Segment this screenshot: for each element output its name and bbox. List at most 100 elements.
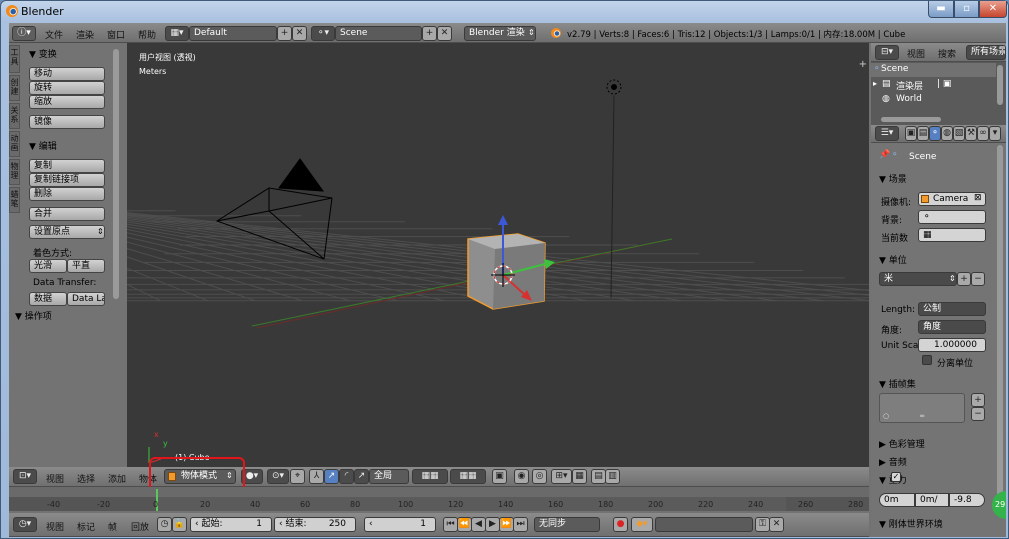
outliner-editor-type-icon[interactable]: ⊟▾ [875,45,899,60]
menu-window[interactable]: 窗口 [107,28,125,41]
start-frame-field[interactable]: ‹ 起始: 1 [190,517,272,532]
jump-end-icon[interactable]: ⏭ [513,517,528,532]
tab-tools[interactable]: 工具 [9,45,20,73]
mirror-button[interactable]: 镜像 [29,115,105,129]
remove-preset-icon[interactable]: − [971,272,985,286]
pivot-point-icon[interactable]: ⊙▾ [267,469,289,484]
pin-icon[interactable]: 📌 [879,150,890,160]
tool-shelf-scrollbar[interactable] [113,49,119,299]
render-engine-select[interactable]: Blender 渲染 [464,26,536,41]
gravity-checkbox[interactable]: ✓ [891,472,901,482]
delete-button[interactable]: 删除 [29,187,105,201]
separate-units-checkbox[interactable] [922,355,932,365]
menu-marker[interactable]: 标记 [77,520,95,533]
translate-manipulator-icon[interactable]: ↗ [324,469,339,484]
record-icon[interactable]: ● [613,517,628,532]
keying-set-icon[interactable]: ◆▾ [631,517,653,532]
outliner-row-world[interactable]: ◍ World [871,93,996,107]
transform-orientation-select[interactable]: 全局 [369,469,409,484]
3d-editor-type-icon[interactable]: ⊡▾ [13,469,37,484]
delete-keyframe-icon[interactable]: ✕ [769,517,784,532]
outliner-row-renderlayers[interactable]: ▸ ▤ 渲染层 | ▣ [871,78,996,92]
opengl-animation-icon[interactable]: ▥ [605,469,620,484]
menu-view[interactable]: 视图 [46,520,64,533]
menu-search[interactable]: 搜索 [938,47,956,60]
lamp-object[interactable] [606,79,622,299]
preview-range-icon[interactable]: ◷ [157,517,172,532]
units-panel-header[interactable]: ▼ 单位 [879,253,907,266]
tab-relations[interactable]: 关系 [9,103,20,129]
menu-view[interactable]: 视图 [46,472,64,485]
join-button[interactable]: 合并 [29,207,105,221]
data-tab-icon[interactable]: ▾ [989,126,1001,141]
set-origin-select[interactable]: 设置原点 [29,225,105,239]
shade-flat-button[interactable]: 平直 [67,259,105,273]
menu-select[interactable]: 选择 [77,472,95,485]
play-icon[interactable]: ▶ [485,517,500,532]
opengl-render-icon[interactable]: ▤ [591,469,606,484]
end-frame-field[interactable]: ‹ 结束: 250 [274,517,356,532]
timeline-editor-type-icon[interactable]: ◷▾ [13,517,37,532]
outliner-scrollbar[interactable] [997,65,1003,105]
operator-panel-header[interactable]: ▼ 操作项 [15,309,52,322]
layers-grid-icon[interactable]: ▦▦ [450,469,486,484]
add-preset-icon[interactable]: + [957,272,971,286]
gravity-x-field[interactable]: 0m [879,493,915,507]
duplicate-linked-button[interactable]: 复制链接项 [29,173,105,187]
angle-unit-select[interactable]: 角度 [918,320,986,334]
tab-animation[interactable]: 动画 [9,131,20,157]
play-reverse-icon[interactable]: ◀ [471,517,486,532]
jump-start-icon[interactable]: ⏮ [443,517,458,532]
gravity-y-field[interactable]: 0m/ [915,493,949,507]
display-mode-select[interactable]: 所有场景 [966,45,1006,60]
tab-grease-pencil[interactable]: 蜡笔 [9,187,20,213]
constraint-tab-icon[interactable]: ∞ [977,126,989,141]
info-editor-type-icon[interactable]: ⓘ▾ [12,26,36,41]
cube-object[interactable] [467,233,546,310]
menu-frame[interactable]: 帧 [108,520,117,533]
3d-viewport[interactable]: 用户视图 (透视) Meters (1) Cube x y + [127,43,869,467]
remove-layout-icon[interactable]: ✕ [292,26,307,41]
length-unit-select[interactable]: 公制 [918,302,986,316]
render-layer-icon[interactable]: ◉ [514,469,529,484]
lock-icon[interactable]: 🔒 [172,517,187,532]
object-tab-icon[interactable]: ▧ [953,126,965,141]
snap-icon[interactable]: ⊞▾ [551,469,572,484]
render-tab-icon[interactable]: ▣ [905,126,917,141]
clear-icon[interactable]: ⊠ [974,193,982,203]
edit-panel-header[interactable]: ▼ 编辑 [29,139,57,152]
unit-preset-select[interactable]: 米 [879,272,957,286]
unit-scale-field[interactable]: 1.000000 [918,338,986,352]
menu-playback[interactable]: 回放 [131,520,149,533]
tab-create[interactable]: 创建 [9,75,20,101]
insert-keyframe-icon[interactable]: ⚿ [755,517,770,532]
world-tab-icon[interactable]: ◍ [941,126,953,141]
layers-grid-icon[interactable]: ▦▦ [412,469,448,484]
menu-add[interactable]: 添加 [108,472,126,485]
add-layout-icon[interactable]: + [277,26,292,41]
manipulator-toggle-icon[interactable]: ⌖ [290,469,305,484]
scene-tab-icon[interactable]: ⚬ [929,126,941,141]
lock-layers-icon[interactable]: ▣ [492,469,507,484]
plus-expand-icon[interactable]: + [859,59,867,70]
properties-scrollbar[interactable] [997,145,1003,515]
render-layers-tab-icon[interactable]: ▤ [917,126,929,141]
color-management-panel-header[interactable]: ▶ 色彩管理 [879,437,925,450]
keying-sets-panel-header[interactable]: ▼ 插帧集 [879,377,916,390]
sync-mode-select[interactable]: 无同步 [534,517,600,532]
audio-panel-header[interactable]: ▶ 音频 [879,455,907,468]
maximize-button[interactable]: ▫ [954,1,979,18]
outliner-hscrollbar[interactable] [881,117,941,122]
prev-keyframe-icon[interactable]: ⏪ [457,517,472,532]
scene-selector-icon[interactable]: ⚬▾ [311,26,335,41]
shade-smooth-button[interactable]: 光滑 [29,259,67,273]
keying-set-field[interactable] [655,517,753,532]
rigid-body-panel-header[interactable]: ▼ 刚体世界环境 [879,517,943,530]
scale-manipulator-icon[interactable]: ↗ [354,469,369,484]
gravity-z-field[interactable]: -9.8 [949,493,985,507]
data-layout-button[interactable]: Data La [67,292,105,306]
manipulator-icon[interactable]: ⅄ [309,469,324,484]
close-button[interactable]: ✕ [979,1,1007,18]
outliner-row-scene[interactable]: ⚬ Scene [871,63,996,77]
duplicate-button[interactable]: 复制 [29,159,105,173]
